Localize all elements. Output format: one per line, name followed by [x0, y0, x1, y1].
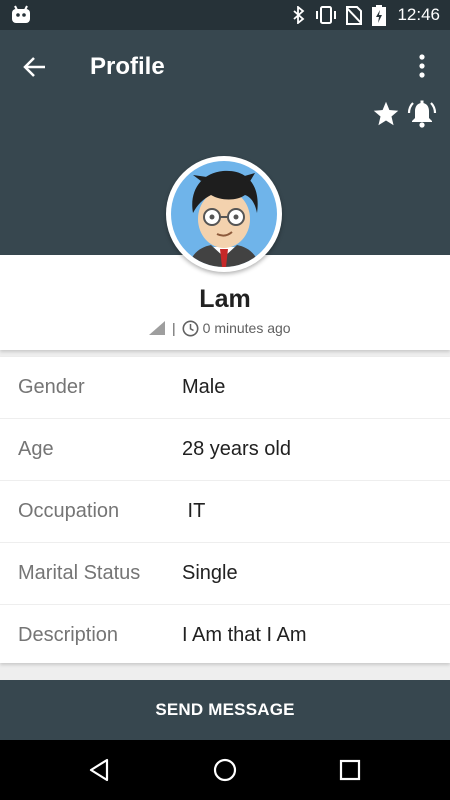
bluetooth-icon: [293, 6, 305, 24]
status-bar: 12:46: [0, 0, 450, 30]
no-sim-icon: [346, 6, 362, 25]
meta-separator: |: [172, 320, 176, 336]
page-title: Profile: [90, 53, 165, 80]
vibrate-icon: [316, 6, 336, 24]
detail-label: Age: [18, 438, 54, 460]
detail-label: Occupation: [18, 500, 120, 522]
detail-label: Description: [18, 624, 119, 646]
clock-icon: [182, 320, 199, 336]
detail-label: Marital Status: [18, 562, 141, 584]
profile-meta: | 0 minutes ago: [148, 319, 291, 337]
detail-value: I Am that I Am: [182, 624, 307, 646]
system-nav-bar: [0, 740, 450, 800]
detail-row-marital-status: Marital Status Single: [0, 543, 450, 605]
more-vert-icon[interactable]: [412, 52, 432, 80]
arrow-back-icon[interactable]: [18, 50, 52, 84]
detail-value: 28 years old: [182, 438, 291, 460]
detail-row-age: Age 28 years old: [0, 419, 450, 481]
back-triangle-icon[interactable]: [85, 755, 115, 785]
detail-row-gender: Gender Male: [0, 357, 450, 419]
detail-row-occupation: Occupation IT: [0, 481, 450, 543]
last-seen-text: 0 minutes ago: [202, 320, 291, 336]
star-icon[interactable]: [372, 100, 400, 128]
profile-details: Gender Male Age 28 years old Occupation …: [0, 357, 450, 663]
home-circle-icon[interactable]: [210, 755, 240, 785]
status-time: 12:46: [397, 5, 440, 24]
avatar: [166, 156, 282, 272]
detail-value: IT: [182, 500, 206, 522]
detail-value: Male: [182, 376, 226, 398]
recents-square-icon[interactable]: [335, 755, 365, 785]
bell-ring-icon[interactable]: [406, 98, 438, 130]
battery-charging-icon: [372, 5, 386, 26]
detail-value: Single: [182, 562, 238, 584]
send-message-button[interactable]: SEND MESSAGE: [0, 680, 450, 740]
signal-icon: [149, 321, 165, 335]
profile-name: Lam: [199, 285, 251, 313]
avatar-image: [171, 161, 277, 267]
detail-label: Gender: [18, 376, 85, 398]
android-icon: [12, 5, 30, 23]
detail-row-description: Description I Am that I Am: [0, 605, 450, 666]
